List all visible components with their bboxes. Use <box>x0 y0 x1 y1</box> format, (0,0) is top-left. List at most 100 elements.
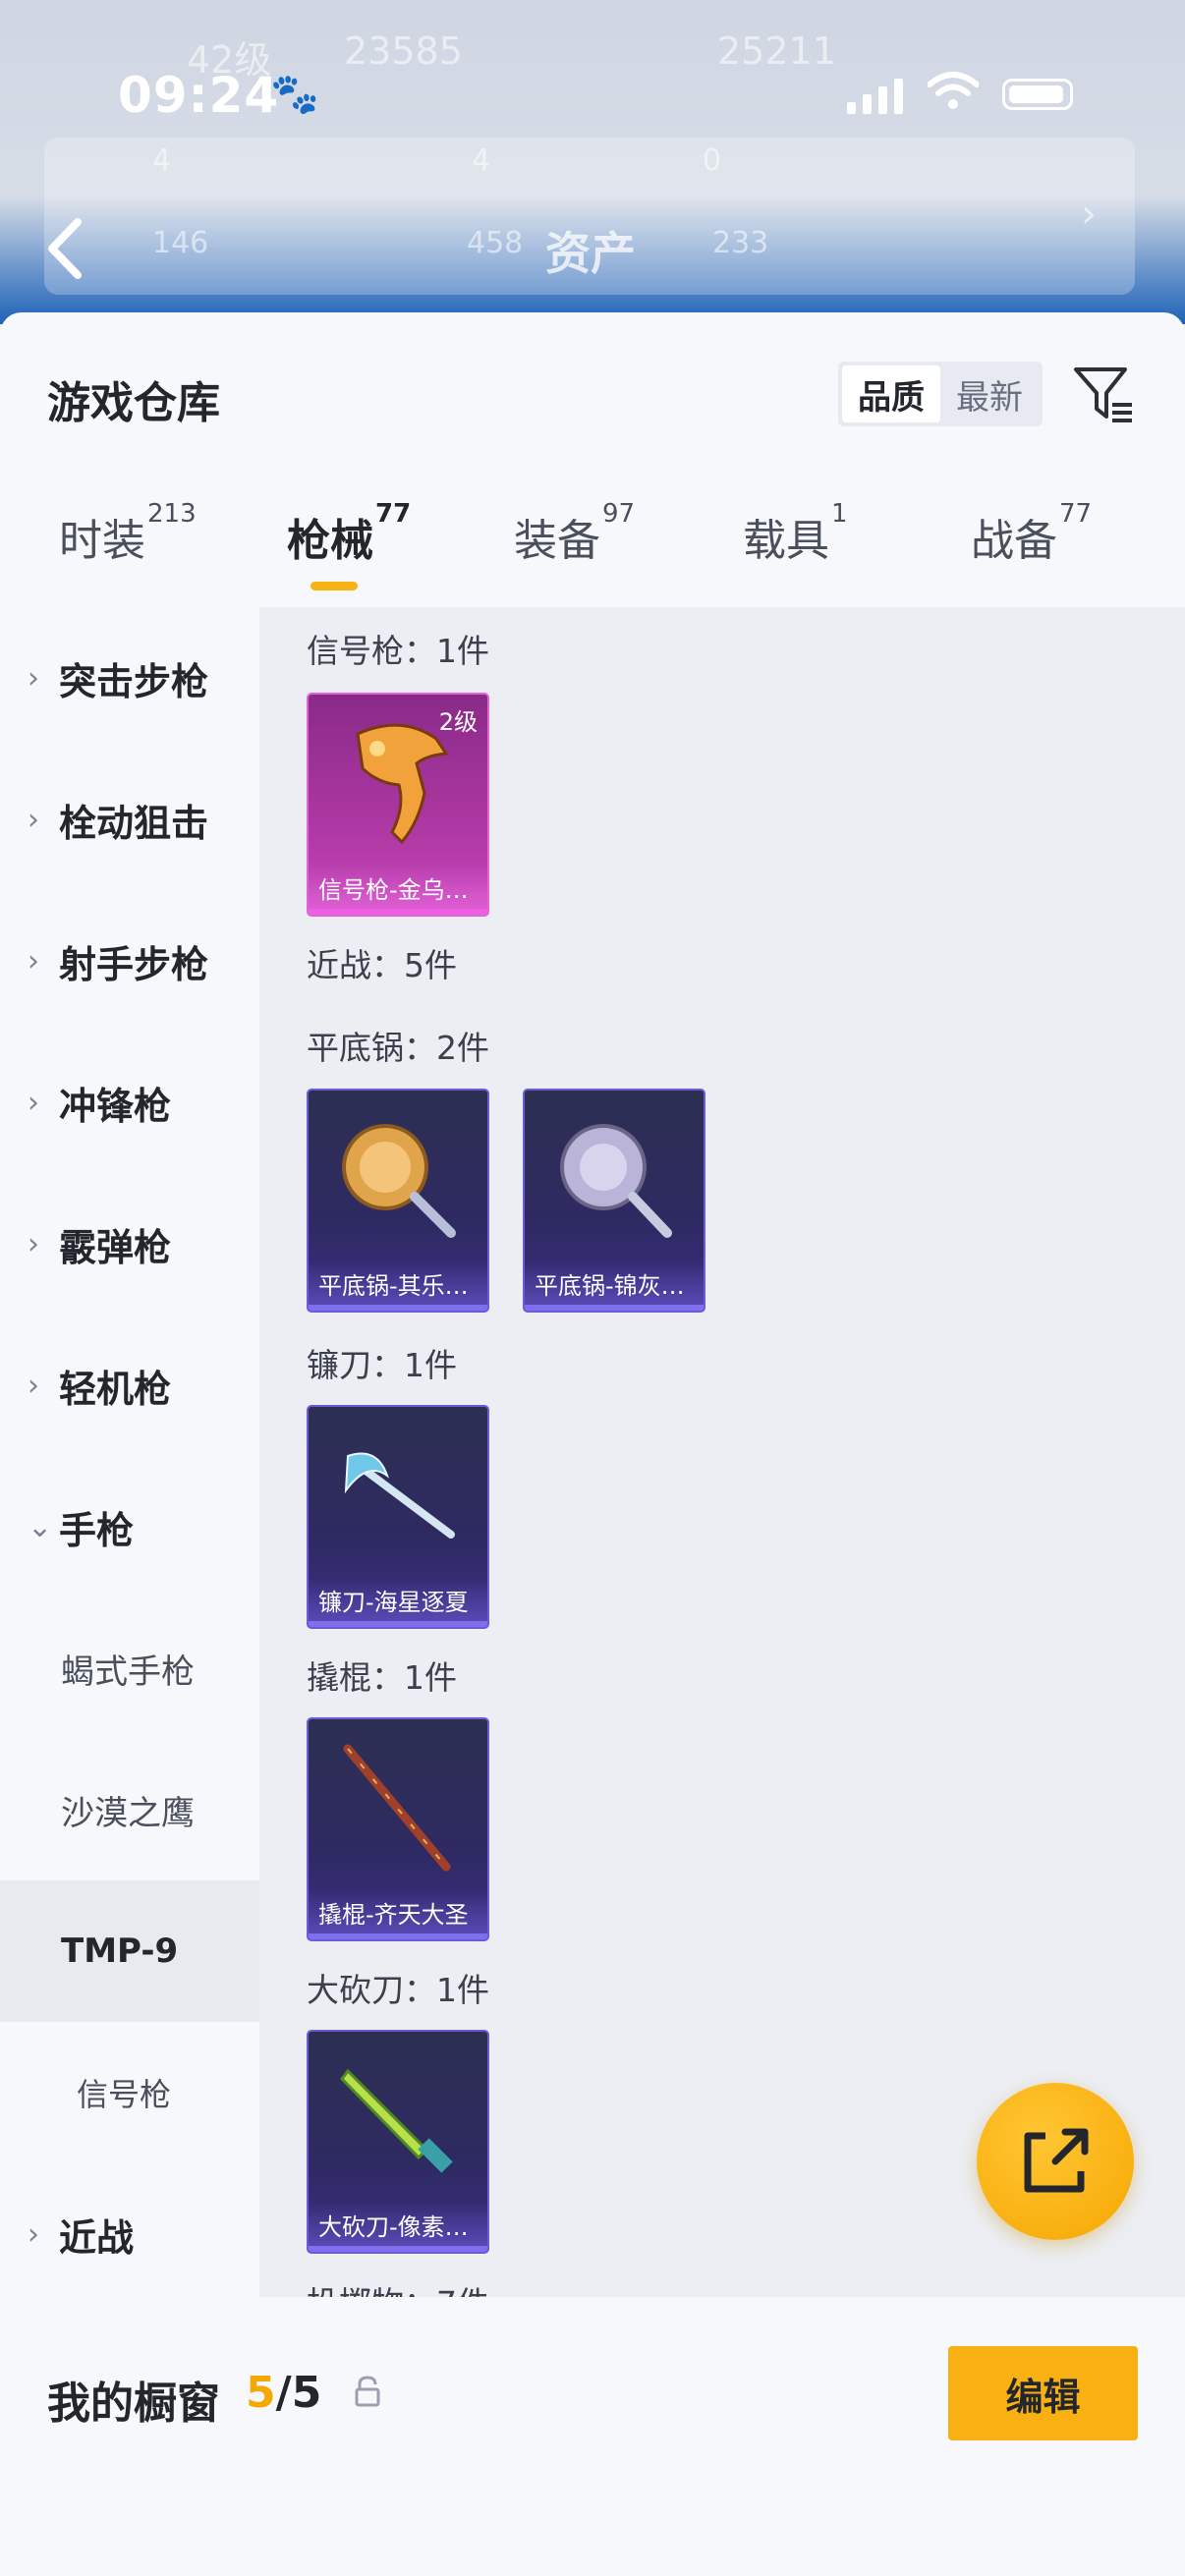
faint-stat: 233 <box>712 226 769 260</box>
chevron-right-icon: › <box>28 660 39 696</box>
paw-icon: 🐾 <box>270 72 319 117</box>
item-level: 2级 <box>438 708 478 736</box>
category-label: 射手步枪 <box>59 942 209 986</box>
rarity-bar <box>309 1933 487 1939</box>
tab-count: 1 <box>831 499 848 529</box>
category-label: 霰弹枪 <box>59 1225 172 1269</box>
filter-icon[interactable] <box>1071 362 1136 426</box>
subcategory-flare-gun[interactable]: 信号枪 <box>0 2022 259 2163</box>
chevron-right-icon: › <box>1081 192 1097 237</box>
tab-guns[interactable]: 枪械77 <box>287 499 411 568</box>
item-name: 平底锅-锦灰… <box>525 1261 704 1311</box>
tab-vehicles[interactable]: 载具1 <box>743 499 848 568</box>
category-bolt-sniper[interactable]: › 栓动狙击 <box>0 749 259 890</box>
header-title: 资产 <box>545 227 636 280</box>
group-label: 近战：5件 <box>307 946 457 984</box>
category-shotgun[interactable]: › 霰弹枪 <box>0 1173 259 1315</box>
group-label: 平底锅：2件 <box>307 1029 489 1067</box>
item-card[interactable]: 镰刀-海星逐夏 <box>307 1405 489 1629</box>
tab-label: 装备 <box>514 516 600 566</box>
item-card[interactable]: 平底锅-锦灰… <box>523 1089 705 1313</box>
category-label: 栓动狙击 <box>59 801 209 845</box>
item-name: 信号枪-金乌… <box>309 866 487 915</box>
showcase-count-total: /5 <box>275 2368 322 2418</box>
edit-button[interactable]: 编辑 <box>948 2346 1138 2440</box>
tab-count: 77 <box>1059 499 1093 529</box>
item-card[interactable]: 平底锅-其乐… <box>307 1089 489 1313</box>
share-button[interactable] <box>977 2083 1134 2240</box>
tab-equipment[interactable]: 装备97 <box>514 499 635 568</box>
share-icon <box>1024 2128 1089 2193</box>
group-label: 撬棍：1件 <box>307 1658 457 1697</box>
scythe-icon <box>344 1452 455 1539</box>
signal-icon <box>847 79 903 114</box>
category-label: 轻机枪 <box>59 1367 172 1411</box>
category-lmg[interactable]: › 轻机枪 <box>0 1315 259 1456</box>
subcategory-scorpion[interactable]: 蝎式手枪 <box>0 1597 259 1739</box>
group-label: 投掷物：7件 <box>307 2277 489 2297</box>
chevron-right-icon: › <box>28 2216 39 2252</box>
item-grid: 信号枪：1件 2级 信号枪-金乌… 近战：5件 平底锅：2件 平底锅-其乐… 平… <box>259 607 1185 2297</box>
chevron-right-icon: › <box>28 1368 39 1403</box>
lock-icon <box>355 2376 380 2407</box>
showcase-label: 我的橱窗 <box>47 2379 220 2429</box>
subcategory-list: › 突击步枪 › 栓动狙击 › 射手步枪 › 冲锋枪 › 霰弹枪 › 轻机枪 ⌄ 手枪 蝎式手… <box>0 607 259 2297</box>
chevron-right-icon: › <box>28 1226 39 1261</box>
rarity-bar <box>309 2246 487 2252</box>
status-time: 09:24 <box>118 67 280 124</box>
wifi-icon <box>928 72 979 109</box>
faint-stat: 458 <box>467 226 524 260</box>
sort-newest-button[interactable]: 最新 <box>940 365 1039 422</box>
item-name: 镰刀-海星逐夏 <box>309 1578 487 1627</box>
chevron-right-icon: › <box>28 1085 39 1120</box>
chevron-right-icon: › <box>28 802 39 837</box>
group-label: 镰刀：1件 <box>307 1346 457 1384</box>
category-pistol[interactable]: ⌄ 手枪 <box>0 1456 259 1597</box>
category-label: 冲锋枪 <box>59 1084 172 1128</box>
rarity-bar <box>309 1305 487 1311</box>
tab-label: 载具 <box>743 516 829 566</box>
item-card[interactable]: 大砍刀-像素… <box>307 2030 489 2254</box>
item-name: 大砍刀-像素… <box>309 2203 487 2252</box>
tab-supplies[interactable]: 战备77 <box>971 499 1092 568</box>
category-melee[interactable]: › 近战 <box>0 2163 259 2305</box>
tab-fashion[interactable]: 时装213 <box>59 499 197 568</box>
background-header: 42级 23585 25211 4 4 0 146 458 233 09:24 … <box>0 0 1185 324</box>
sheet-title: 游戏仓库 <box>47 378 220 428</box>
warehouse-sheet: 游戏仓库 品质 最新 时装213 枪械77 装备97 载具1 战备77 › 突击步… <box>0 312 1185 2576</box>
rarity-bar <box>525 1305 704 1311</box>
category-smg[interactable]: › 冲锋枪 <box>0 1032 259 1173</box>
faint-stat: 146 <box>152 226 209 260</box>
sort-quality-button[interactable]: 品质 <box>842 365 940 422</box>
category-label: 突击步枪 <box>59 659 209 703</box>
tab-label: 时装 <box>59 516 145 566</box>
item-card[interactable]: 2级 信号枪-金乌… <box>307 693 489 917</box>
category-marksman-rifle[interactable]: › 射手步枪 <box>0 890 259 1032</box>
frying-pan-icon <box>342 1124 456 1238</box>
group-label: 大砍刀：1件 <box>307 1971 489 2009</box>
category-label: 近战 <box>59 2215 135 2260</box>
faint-stat: 4 <box>152 143 172 178</box>
tab-label: 枪械 <box>287 516 373 566</box>
item-name: 平底锅-其乐… <box>309 1261 487 1311</box>
chevron-right-icon: › <box>28 943 39 979</box>
rarity-bar <box>309 909 487 915</box>
showcase-count: 5/5 <box>246 2368 321 2418</box>
machete-icon <box>340 2068 453 2173</box>
tab-count: 77 <box>375 499 412 529</box>
faint-number: 25211 <box>717 29 836 73</box>
back-icon[interactable] <box>44 216 84 281</box>
category-assault-rifle[interactable]: › 突击步枪 <box>0 607 259 749</box>
faint-stat: 0 <box>703 143 722 178</box>
category-label: 手枪 <box>59 1508 135 1552</box>
active-tab-indicator <box>310 582 358 590</box>
battery-icon <box>1002 79 1073 110</box>
subcategory-tmp9[interactable]: TMP-9 <box>0 1880 259 2022</box>
faint-number: 23585 <box>344 29 463 73</box>
item-card[interactable]: 撬棍-齐天大圣 <box>307 1717 489 1941</box>
group-label: 信号枪：1件 <box>307 632 489 670</box>
chevron-down-icon: ⌄ <box>28 1509 53 1544</box>
subcategory-desert-eagle[interactable]: 沙漠之鹰 <box>0 1739 259 1880</box>
faint-stat: 4 <box>472 143 491 178</box>
tab-count: 97 <box>602 499 636 529</box>
